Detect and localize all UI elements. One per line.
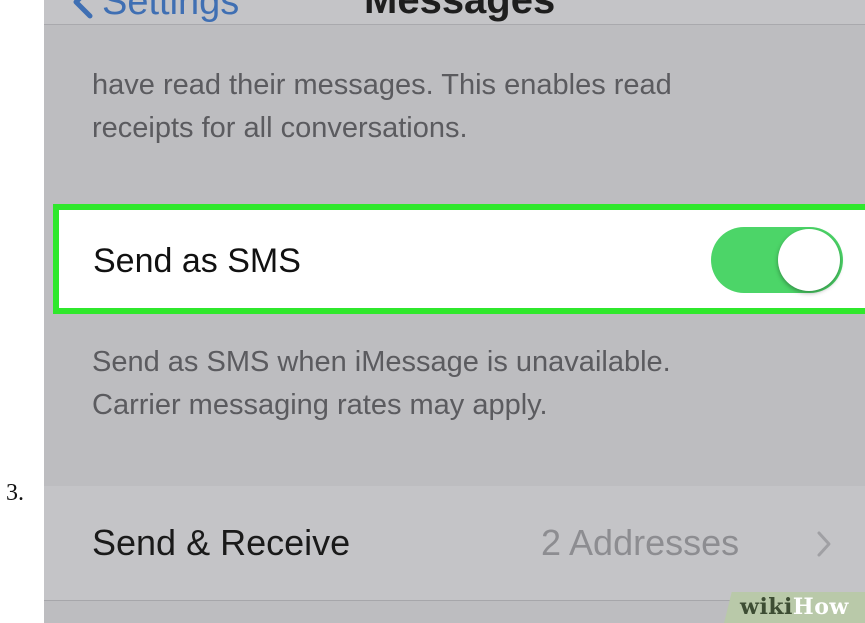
toggle-knob <box>778 229 840 291</box>
send-as-sms-row: Send as SMS <box>53 204 865 314</box>
footer-line: receipts for all conversations. <box>92 112 468 144</box>
footer-line: have read their messages. This enables r… <box>92 69 672 101</box>
back-label: Settings <box>102 0 240 23</box>
footer-line: Carrier messaging rates may apply. <box>92 389 548 421</box>
phone-screen: Settings Messages have read their messag… <box>44 0 865 623</box>
watermark-logo: wikiHow <box>740 594 849 620</box>
chevron-right-icon <box>816 530 832 558</box>
send-as-sms-toggle[interactable] <box>711 227 843 293</box>
watermark-how: How <box>792 594 849 620</box>
sms-footer: Send as SMS when iMessage is unavailable… <box>92 341 671 427</box>
back-button[interactable]: Settings <box>72 0 239 24</box>
navigation-bar: Settings Messages <box>44 0 865 25</box>
send-as-sms-label: Send as SMS <box>93 242 301 280</box>
send-receive-label: Send & Receive <box>92 522 351 563</box>
chevron-left-icon <box>72 0 94 19</box>
footer-line: Send as SMS when iMessage is unavailable… <box>92 346 671 378</box>
send-receive-row[interactable]: Send & Receive 2 Addresses <box>44 486 865 600</box>
watermark-wiki: wiki <box>740 594 793 620</box>
step-number: 3. <box>6 480 24 506</box>
page-title: Messages <box>364 0 556 22</box>
read-receipts-footer: have read their messages. This enables r… <box>92 64 672 150</box>
send-receive-value: 2 Addresses <box>541 522 740 563</box>
